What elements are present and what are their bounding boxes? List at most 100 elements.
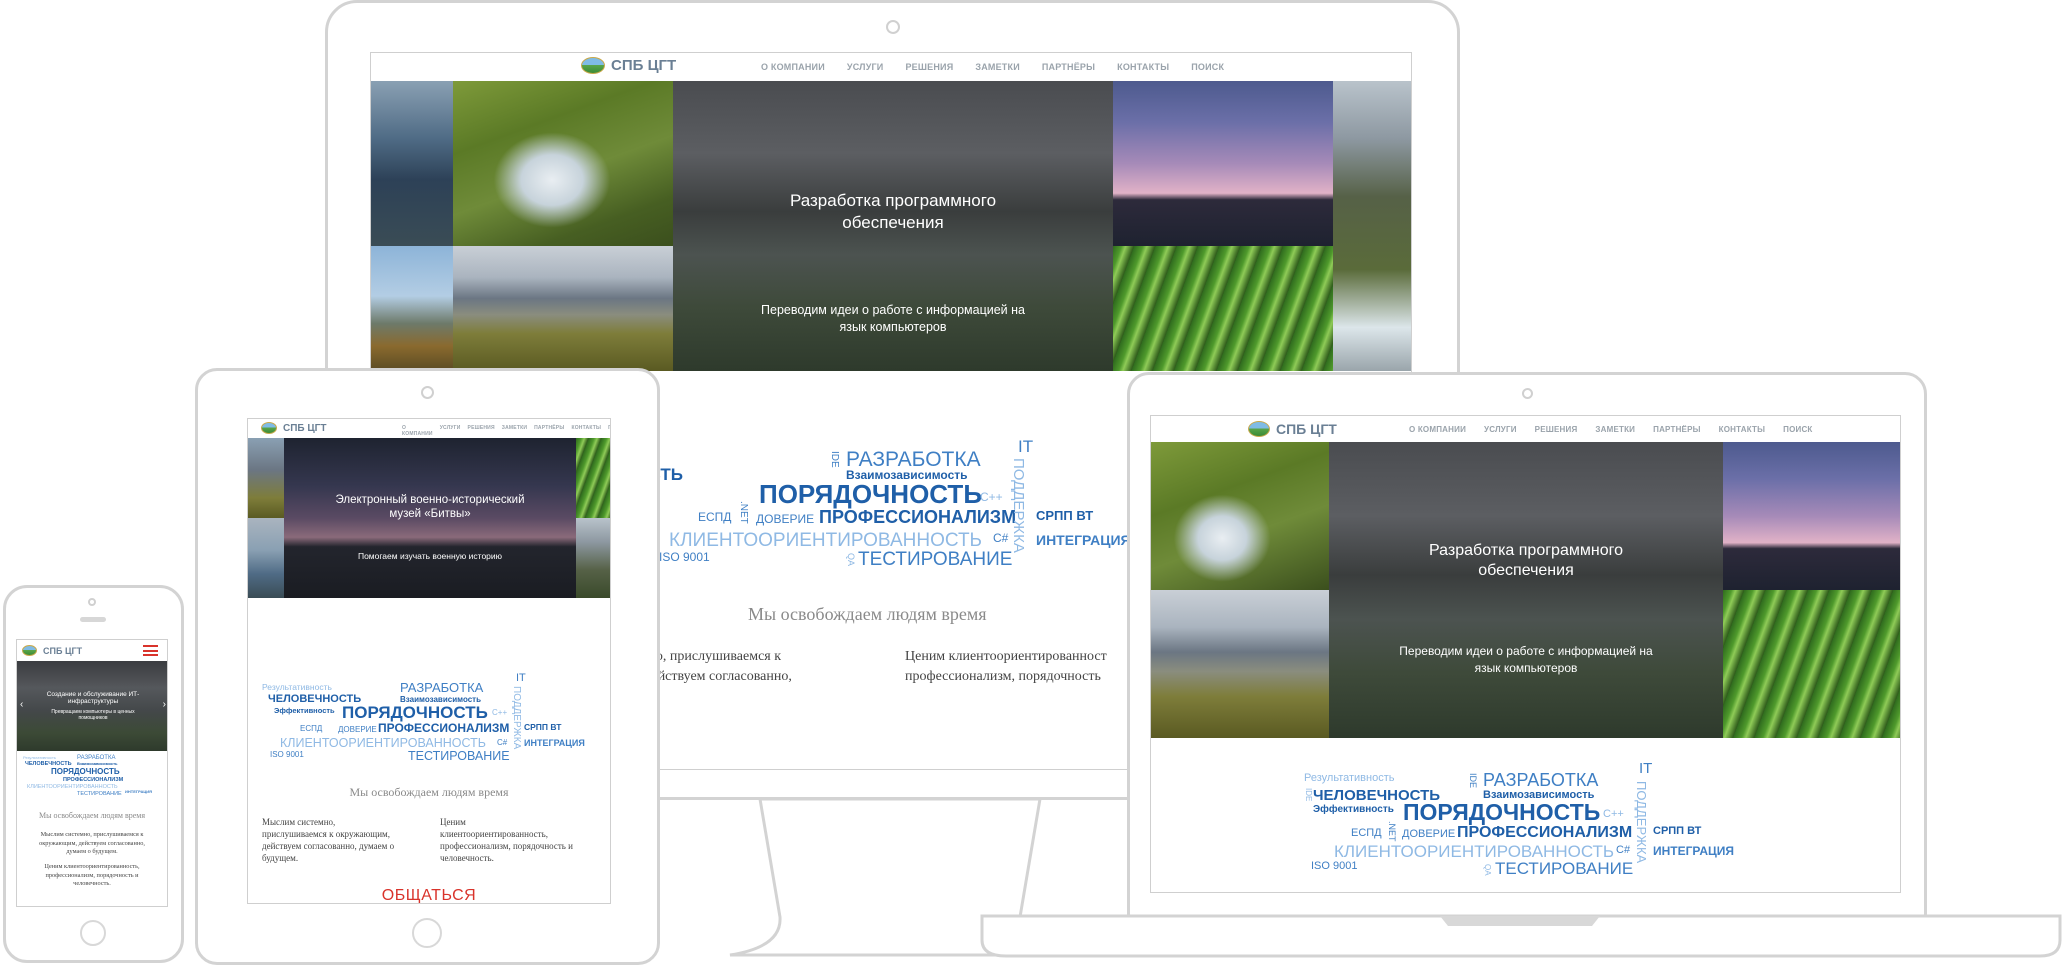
tablet-photo-left-top — [248, 438, 284, 518]
wc-doverie: ДОВЕРИЕ — [338, 725, 377, 734]
phone-col2-line3: человечность. — [73, 880, 111, 887]
nav-item-services[interactable]: УСЛУГИ — [1484, 425, 1517, 434]
nav-item-search[interactable]: ПОИСК — [1191, 62, 1224, 72]
hamburger-menu-icon[interactable] — [143, 645, 158, 656]
phone-speaker — [80, 617, 106, 622]
nav-item-notes[interactable]: ЗАМЕТКИ — [1595, 425, 1635, 434]
tablet-home-button[interactable] — [412, 918, 442, 948]
laptop-logo[interactable]: СПБ ЦГТ — [1248, 421, 1337, 437]
laptop-photo-sunset — [1723, 442, 1900, 590]
wc-razrabotka: РАЗРАБОТКА — [846, 448, 981, 471]
phone-logo[interactable]: СПБ ЦГТ — [22, 645, 82, 656]
wc-csharp: C# — [497, 738, 508, 747]
phone-col2: Ценим клиентоориентированность, професси… — [17, 863, 167, 889]
nav-item-partners[interactable]: ПАРТНЁРЫ — [1042, 62, 1095, 72]
photo-rock — [1333, 81, 1411, 371]
cta-button[interactable]: ОБЩАТЬСЯ — [248, 887, 610, 903]
wc-rezultativnost: Результативность — [262, 682, 332, 692]
hero-main-photo: Разработка программного обеспечения Пере… — [673, 81, 1113, 371]
wc-klientoor: КЛИЕНТООРИЕНТИРОВАННОСТЬ — [280, 736, 486, 750]
wc-qa: QA — [1483, 864, 1492, 876]
wc-podderzhka: ПОДДЕРЖКА — [511, 686, 522, 750]
nav-item-services[interactable]: УСЛУГИ — [847, 62, 884, 72]
nav-item-notes[interactable]: ЗАМЕТКИ — [975, 62, 1020, 72]
wc-integraciya: ИНТЕГРАЦИЯ — [524, 738, 585, 748]
desktop-logo[interactable]: СПБ ЦГТ — [581, 57, 676, 74]
nav-item-partners[interactable]: ПАРТНЁРЫ — [534, 425, 564, 437]
nav-item-about[interactable]: О КОМПАНИИ — [761, 62, 825, 72]
laptop-menu: О КОМПАНИИ УСЛУГИ РЕШЕНИЯ ЗАМЕТКИ ПАРТНЁ… — [1409, 425, 1813, 434]
nav-item-partners[interactable]: ПАРТНЁРЫ — [1653, 425, 1701, 434]
wc-srpp: СРПП ВТ — [524, 722, 562, 732]
wc-cpp: C++ — [492, 708, 508, 717]
laptop-navbar: СПБ ЦГТ О КОМПАНИИ УСЛУГИ РЕШЕНИЯ ЗАМЕТК… — [1151, 416, 1900, 442]
nav-item-about[interactable]: О КОМПАНИИ — [402, 425, 433, 437]
logo-text: СПБ ЦГТ — [43, 645, 83, 656]
logo-text: СПБ ЦГТ — [283, 422, 327, 434]
laptop-hero-subtitle-line2: язык компьютеров — [1474, 661, 1578, 675]
tablet-col1-line3: действуем согласованно, думаем о — [262, 841, 395, 851]
wc-testirovanie: ТЕСТИРОВАНИЕ — [408, 749, 510, 763]
desktop-navbar: СПБ ЦГТ О КОМПАНИИ УСЛУГИ РЕШЕНИЯ ЗАМЕТК… — [371, 53, 1411, 81]
tablet-photo-right-bottom — [576, 518, 610, 598]
nav-item-search[interactable]: ПОИСК — [608, 425, 610, 437]
phone-camera — [88, 598, 96, 606]
tablet-navbar: СПБ ЦГТ О КОМПАНИИ УСЛУГИ РЕШЕНИЯ ЗАМЕТК… — [248, 419, 610, 438]
wc-integraciya: ИНТЕГРАЦИЯ — [125, 789, 153, 794]
wc-doverie: ДОВЕРИЕ — [756, 512, 815, 526]
photo-waterfall — [453, 81, 673, 246]
nav-item-solutions[interactable]: РЕШЕНИЯ — [1535, 425, 1578, 434]
desktop-col2-line1: Ценим клиентоориентированност — [905, 649, 1107, 664]
laptop-hero-title-line1: Разработка программного — [1429, 542, 1623, 559]
nav-item-contacts[interactable]: КОНТАКТЫ — [1719, 425, 1765, 434]
slider-prev-icon[interactable]: ‹ — [20, 699, 23, 710]
desktop-camera — [886, 20, 900, 34]
desktop-tagline: Мы освобождаем людям время — [748, 604, 987, 624]
wc-it: IT — [1639, 760, 1653, 777]
nav-item-search[interactable]: ПОИСК — [1783, 425, 1812, 434]
laptop-photo-mountains — [1151, 590, 1329, 738]
desktop-hero-text: Разработка программного обеспечения — [673, 191, 1113, 233]
phone-navbar: СПБ ЦГТ — [17, 640, 167, 661]
wc-srpp: СРПП ВТ — [1036, 508, 1094, 523]
laptop-photo-waterfall — [1151, 442, 1329, 590]
phone-col2-line2: профессионализм, порядочность и — [45, 871, 139, 879]
tablet-col2: Ценим клиентоориентированность, професси… — [440, 816, 573, 864]
nav-item-about[interactable]: О КОМПАНИИ — [1409, 425, 1466, 434]
nav-item-notes[interactable]: ЗАМЕТКИ — [502, 425, 527, 437]
hero-subtitle-line1: Переводим идеи о работе с информацией на — [761, 303, 1025, 317]
laptop-camera — [1522, 388, 1533, 399]
logo-icon — [261, 422, 277, 434]
wc-csharp: C# — [1616, 844, 1631, 856]
hero-title-line2: обеспечения — [842, 213, 944, 232]
wc-espd: ЕСПД — [300, 724, 323, 733]
laptop-hero-text: Разработка программного обеспечения — [1329, 542, 1723, 580]
phone-home-button[interactable] — [80, 920, 106, 946]
wc-iso: ISO 9001 — [270, 750, 304, 759]
tablet-col2-line2: клиентоориентированность, — [440, 829, 548, 839]
wc-qa: QA — [846, 553, 856, 567]
hero-title-line1: Разработка программного — [789, 191, 997, 210]
phone-tagline: Мы освобождаем людям время — [38, 811, 146, 820]
wc-professionalizm: ПРОФЕССИОНАЛИЗМ — [819, 507, 1017, 527]
tablet-logo[interactable]: СПБ ЦГТ — [261, 422, 326, 434]
nav-item-solutions[interactable]: РЕШЕНИЯ — [468, 425, 495, 437]
nav-item-solutions[interactable]: РЕШЕНИЯ — [905, 62, 953, 72]
phone-col1: Мыслим системно, прислушиваемся к окружа… — [17, 831, 167, 857]
logo-icon — [1248, 421, 1270, 437]
wc-razrabotka: РАЗРАБОТКА — [400, 680, 484, 695]
laptop-screen: СПБ ЦГТ О КОМПАНИИ УСЛУГИ РЕШЕНИЯ ЗАМЕТК… — [1150, 415, 1901, 893]
photo-mountains — [453, 246, 673, 371]
wc-ide: IDE — [1468, 773, 1478, 789]
nav-item-services[interactable]: УСЛУГИ — [440, 425, 461, 437]
wc-professionalizm: ПРОФЕССИОНАЛИЗМ — [1457, 824, 1633, 841]
nav-item-contacts[interactable]: КОНТАКТЫ — [1117, 62, 1169, 72]
wc-klientoor: КЛИЕНТООРИЕНТИРОВАННОСТЬ — [669, 530, 983, 551]
wc-cpp: C++ — [980, 490, 1003, 504]
wc-klientoor: КЛИЕНТООРИЕНТИРОВАННОСТЬ — [1334, 842, 1615, 861]
nav-item-contacts[interactable]: КОНТАКТЫ — [571, 425, 601, 437]
tablet-photo-left-bottom — [248, 518, 284, 598]
wc-testirovanie: ТЕСТИРОВАНИЕ — [77, 791, 122, 797]
slider-next-icon[interactable]: › — [163, 699, 166, 710]
wc-ide: IDE — [829, 451, 840, 468]
